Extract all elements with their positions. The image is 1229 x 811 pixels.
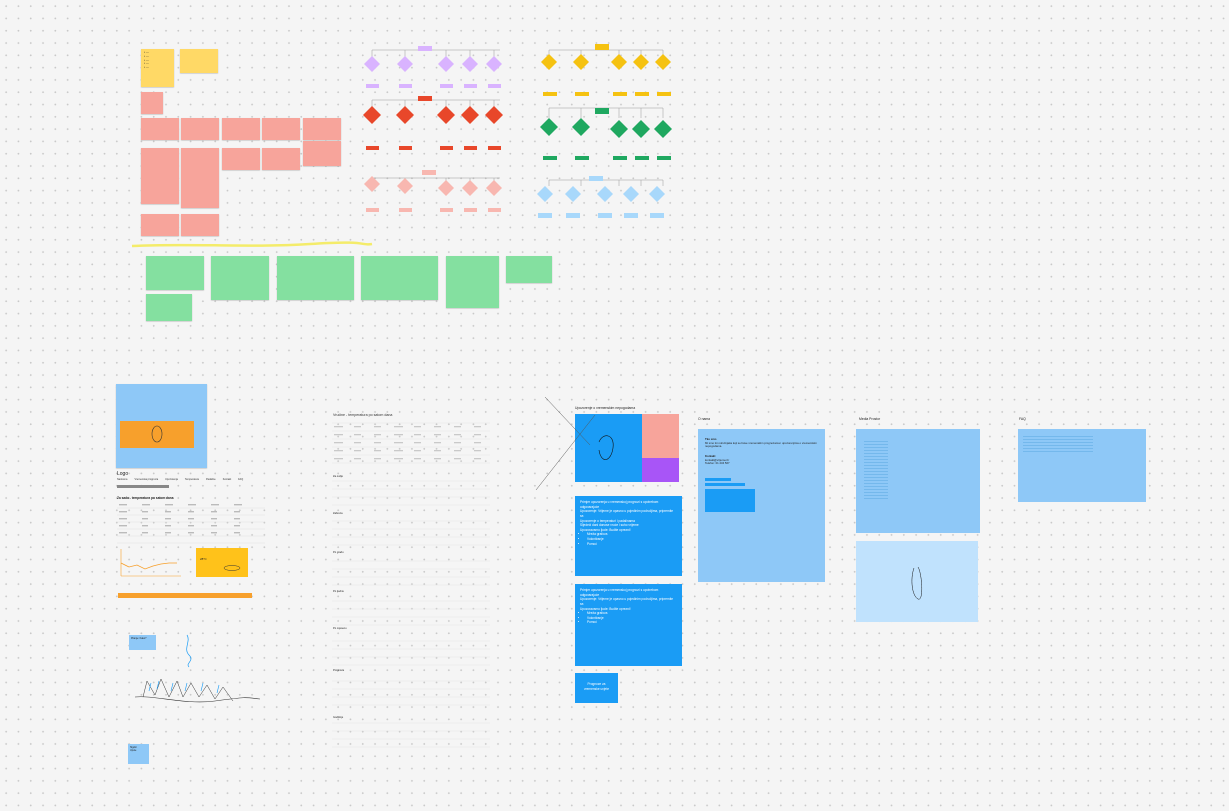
flowchart-1 xyxy=(363,46,503,212)
mockup-logo[interactable]: Logo xyxy=(117,471,128,477)
faq-lines xyxy=(1023,434,1093,452)
alert-note-1[interactable]: Primjer upozorenja u vremenskoj prognozi… xyxy=(575,496,682,576)
mockup-tab[interactable]: FAQ xyxy=(238,478,243,481)
sticky-note-red-l[interactable] xyxy=(141,214,179,236)
o-nama-input-2[interactable] xyxy=(705,482,745,486)
sticky-note-green-5[interactable] xyxy=(361,256,438,300)
weather-panel-label-6: Prognoza xyxy=(333,669,345,672)
mockup-footer-bar xyxy=(118,593,252,598)
weather-panel-label-5: Po mjesecu xyxy=(333,627,347,630)
sticky-note-green-3[interactable] xyxy=(211,256,269,300)
media-card[interactable] xyxy=(856,429,980,533)
sticky-note-red-f[interactable] xyxy=(303,118,341,140)
mockup-tab[interactable]: Naslovna xyxy=(117,478,127,481)
mockup-orange-image xyxy=(120,421,194,448)
sticky-note-green-1[interactable] xyxy=(146,256,204,290)
mockup-table xyxy=(117,504,265,544)
sticky-note-red-m[interactable] xyxy=(181,214,219,236)
mockup-tab[interactable]: Vremenska prognoza xyxy=(134,478,158,481)
weather-panel-label-4: Po tjednu xyxy=(333,590,344,593)
sticky-note-red-j[interactable] xyxy=(262,148,300,170)
mockup-nav: Naslovna Vremenska prognoza Upozorenja T… xyxy=(117,478,243,481)
diagonal-sketch-lines xyxy=(535,396,596,491)
sticky-note-green-2[interactable] xyxy=(146,294,192,321)
o-nama-phone: Telefon: 01 234 567 xyxy=(705,461,730,466)
hero-legend xyxy=(642,414,679,458)
mockup-tab[interactable]: Temperatura xyxy=(185,478,199,481)
hero-purple-block xyxy=(642,458,679,482)
sticky-note-red-i[interactable] xyxy=(222,148,260,170)
mockup-tab[interactable]: Kontakt xyxy=(223,478,231,481)
o-nama-textarea[interactable] xyxy=(705,488,755,512)
sticky-note-green-7[interactable] xyxy=(506,256,552,283)
mockup-tab[interactable]: Upozorenja xyxy=(165,478,178,481)
weather-page-title: Vrućine - temperatura po satom dana xyxy=(333,413,393,417)
sticky-note-red-a[interactable] xyxy=(141,92,163,114)
small-note[interactable]: Slgdor Upute xyxy=(128,744,149,764)
mockup-gauge-card[interactable]: 28°C xyxy=(196,548,248,577)
mockup-gauge-value: 28°C xyxy=(200,557,207,561)
mockup-search-bar[interactable] xyxy=(117,485,169,488)
sticky-note-yellow-2[interactable] xyxy=(180,49,218,73)
media-page-title: Media Prostor xyxy=(859,417,881,421)
mockup-tab[interactable]: Padaline xyxy=(206,478,216,481)
weather-panel-label-7: Godišnje xyxy=(333,716,344,719)
sticky-note-red-e[interactable] xyxy=(262,118,300,140)
sticky-note-red-b[interactable] xyxy=(141,118,179,140)
highlighter-stroke xyxy=(131,241,373,248)
sticky-note-red-g[interactable] xyxy=(141,148,179,204)
weather-tables xyxy=(332,422,490,748)
sticky-note-red-h[interactable] xyxy=(181,148,219,208)
sketch-drawing xyxy=(134,634,261,703)
weather-panel-label-2: Zabreza xyxy=(333,512,343,515)
faq-page-title: FAQ xyxy=(1019,417,1026,421)
o-nama-card[interactable]: Tko smo Mi smo tim stručnjaka koji se ba… xyxy=(698,429,825,582)
o-nama-title: O nama xyxy=(698,417,711,421)
weather-panel-label-3: Po gradu xyxy=(333,551,344,554)
media-image-card[interactable] xyxy=(856,541,978,622)
alert-note-3[interactable]: Prognoze za vremenske uvjete xyxy=(575,673,618,703)
o-nama-input-1[interactable] xyxy=(705,477,731,481)
faq-card[interactable] xyxy=(1018,429,1146,502)
mockup-title: Za sada - temperatura po satom dana xyxy=(117,496,174,500)
flowchart-2 xyxy=(537,44,672,218)
alert-note-2[interactable]: Primjer upozorenja u vremenskoj prognozi… xyxy=(575,584,682,666)
media-list xyxy=(864,439,888,499)
sticky-note-yellow-1[interactable]: • — • — • — • — • — xyxy=(141,49,174,87)
sticky-note-red-c[interactable] xyxy=(181,118,219,140)
sticky-note-red-d[interactable] xyxy=(222,118,260,140)
weather-panel-label-1: Za ovdje xyxy=(333,475,343,478)
sticky-note-green-6[interactable] xyxy=(446,256,499,308)
sticky-note-green-4[interactable] xyxy=(277,256,354,300)
o-nama-body: Mi smo tim stručnjaka koji se bave vreme… xyxy=(705,440,817,449)
mockup-line-chart xyxy=(120,549,181,577)
sticky-note-red-k[interactable] xyxy=(303,141,341,166)
